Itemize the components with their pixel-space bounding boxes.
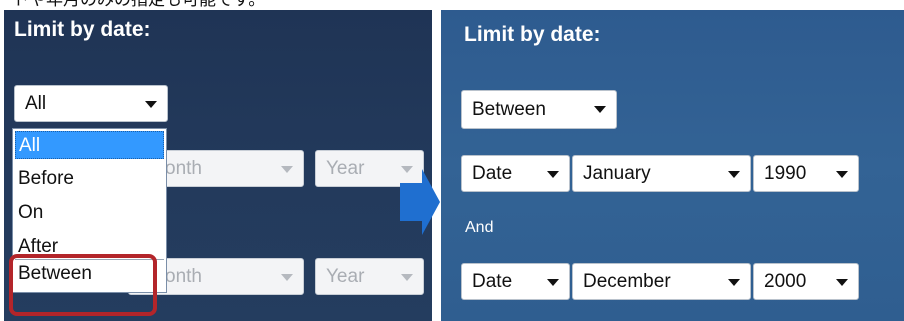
from-month-select[interactable]: January xyxy=(572,155,751,192)
left-mode-select[interactable]: All xyxy=(14,85,168,122)
to-year-select-value: 2000 xyxy=(764,271,807,292)
from-year-select[interactable]: 1990 xyxy=(753,155,859,192)
right-mode-select[interactable]: Between xyxy=(461,90,617,129)
chevron-down-icon xyxy=(145,101,157,108)
to-month-select[interactable]: December xyxy=(572,263,751,300)
chevron-down-icon xyxy=(728,279,740,286)
from-day-select-value: Date xyxy=(472,163,513,184)
to-year-select[interactable]: 2000 xyxy=(753,263,859,300)
left-mode-select-value: All xyxy=(25,93,47,114)
dropdown-option-all[interactable]: All xyxy=(15,131,164,159)
to-day-select-value: Date xyxy=(472,271,513,292)
right-arrow-icon xyxy=(400,169,440,235)
to-month-select-value: December xyxy=(583,271,671,292)
from-day-select[interactable]: Date xyxy=(461,155,570,192)
chevron-down-icon xyxy=(281,274,293,281)
left-year-select-row2[interactable]: Year xyxy=(315,258,424,295)
dropdown-option-after[interactable]: After xyxy=(15,233,164,253)
chevron-down-icon xyxy=(547,279,559,286)
to-day-select[interactable]: Date xyxy=(461,263,570,300)
from-year-select-value: 1990 xyxy=(764,163,807,184)
left-year-select-row2-text: Year xyxy=(326,266,365,287)
left-heading: Limit by date: xyxy=(14,18,151,41)
right-heading: Limit by date: xyxy=(464,23,601,46)
chevron-down-icon xyxy=(836,279,848,286)
top-caption-cut: トや年月のみの指定も可能です。 xyxy=(12,0,266,10)
chevron-down-icon xyxy=(281,166,293,173)
dropdown-option-on[interactable]: On xyxy=(15,199,164,227)
and-label: And xyxy=(465,219,494,236)
from-month-select-value: January xyxy=(583,163,651,184)
highlight-box xyxy=(9,254,157,316)
right-panel: Limit by date: Between Date January 1990… xyxy=(441,10,904,321)
right-mode-select-value: Between xyxy=(472,99,546,120)
chevron-down-icon xyxy=(594,106,606,113)
chevron-down-icon xyxy=(728,171,740,178)
left-panel: Limit by date: All onth Year onth Year A… xyxy=(4,10,432,321)
chevron-down-icon xyxy=(547,171,559,178)
chevron-down-icon xyxy=(401,274,413,281)
left-year-select-row1-text: Year xyxy=(326,158,365,179)
chevron-down-icon xyxy=(836,171,848,178)
dropdown-option-before[interactable]: Before xyxy=(15,165,164,193)
